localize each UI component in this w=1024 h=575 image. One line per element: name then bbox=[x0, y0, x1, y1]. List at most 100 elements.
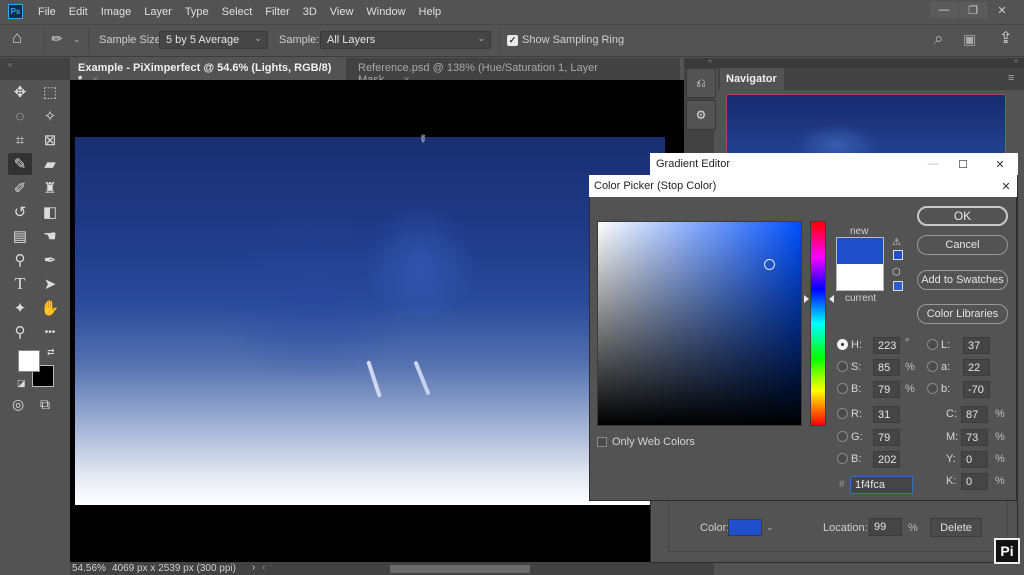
tool-preset-chevron-icon[interactable]: ⌄ bbox=[73, 34, 81, 45]
menu-select[interactable]: Select bbox=[222, 6, 253, 18]
menu-edit[interactable]: Edit bbox=[69, 6, 88, 18]
lightness-input[interactable]: 37 bbox=[963, 337, 990, 354]
horizontal-scrollbar[interactable] bbox=[390, 565, 530, 573]
brightness-input[interactable]: 79 bbox=[873, 381, 900, 398]
history-panel-icon[interactable]: ⎌ bbox=[686, 68, 716, 98]
hex-input[interactable]: 1f4fca bbox=[850, 476, 913, 494]
frame-tool[interactable]: ⊠ bbox=[38, 129, 62, 151]
move-tool[interactable]: ✥ bbox=[8, 81, 32, 103]
swap-colors-icon[interactable]: ⇄ bbox=[47, 347, 55, 358]
shape-tool[interactable]: ✦ bbox=[8, 297, 32, 319]
status-menu-arrow-icon[interactable]: › bbox=[252, 562, 255, 573]
gradient-tool[interactable]: ▤ bbox=[8, 225, 32, 247]
eraser-tool[interactable]: ◧ bbox=[38, 201, 62, 223]
hue-slider-handle-left[interactable] bbox=[804, 295, 809, 303]
healing-brush-tool[interactable]: ▰ bbox=[38, 153, 62, 175]
menu-type[interactable]: Type bbox=[185, 6, 209, 18]
location-input[interactable]: 99 bbox=[869, 518, 902, 536]
hue-radio[interactable] bbox=[837, 339, 848, 350]
dodge-tool[interactable]: ⚲ bbox=[8, 249, 32, 271]
web-safe-cube-icon[interactable]: ⬡ bbox=[892, 267, 901, 278]
maximize-button[interactable]: ☐ bbox=[948, 153, 978, 175]
panel-menu-icon[interactable]: ≡ bbox=[1008, 72, 1014, 84]
crop-tool[interactable]: ⌗ bbox=[8, 129, 32, 151]
gamut-color-swatch[interactable] bbox=[893, 250, 903, 260]
sample-size-select[interactable]: 5 by 5 Average ⌄ bbox=[159, 31, 268, 49]
document-image[interactable] bbox=[75, 137, 665, 505]
zoom-tool[interactable]: ⚲ bbox=[8, 321, 32, 343]
tab-navigator[interactable]: Navigator bbox=[720, 68, 784, 90]
menu-3d[interactable]: 3D bbox=[303, 6, 317, 18]
history-brush-tool[interactable]: ↺ bbox=[8, 201, 32, 223]
close-button[interactable]: ✕ bbox=[988, 2, 1016, 18]
saturation-brightness-field[interactable] bbox=[597, 221, 802, 426]
cancel-button[interactable]: Cancel bbox=[917, 235, 1008, 255]
color-selection-ring[interactable] bbox=[764, 259, 775, 270]
collapse-panels-icon[interactable]: « bbox=[708, 58, 712, 65]
navigator-preview[interactable] bbox=[726, 94, 1006, 154]
search-icon[interactable]: ⌕ bbox=[934, 29, 944, 49]
blue-radio[interactable] bbox=[837, 453, 848, 464]
scroll-left-icon[interactable]: ‹ bbox=[262, 562, 265, 573]
tab-example[interactable]: Example - PiXimperfect @ 54.6% (Lights, … bbox=[70, 58, 346, 86]
hue-slider-handle-right[interactable] bbox=[829, 295, 834, 303]
properties-panel-icon[interactable]: ⚙ bbox=[686, 100, 716, 130]
current-color-swatch[interactable] bbox=[836, 264, 884, 291]
web-safe-color-swatch[interactable] bbox=[893, 281, 903, 291]
collapse-toolbar-icon[interactable]: « bbox=[8, 60, 12, 69]
cyan-input[interactable]: 87 bbox=[961, 406, 988, 423]
red-radio[interactable] bbox=[837, 408, 848, 419]
expand-panels-icon[interactable]: » bbox=[1014, 58, 1018, 65]
show-sampling-ring-checkbox[interactable]: ✓ bbox=[507, 35, 518, 46]
path-selection-tool[interactable]: ➤ bbox=[38, 273, 62, 295]
green-radio[interactable] bbox=[837, 431, 848, 442]
hand-tool[interactable]: ✋ bbox=[38, 297, 62, 319]
yellow-input[interactable]: 0 bbox=[961, 451, 988, 468]
more-tools-icon[interactable]: ••• bbox=[38, 321, 62, 343]
screen-mode-icon[interactable]: ⧉ bbox=[40, 396, 50, 413]
close-button[interactable]: ✕ bbox=[996, 175, 1016, 197]
restore-button[interactable]: ❐ bbox=[959, 2, 987, 18]
foreground-color-swatch[interactable] bbox=[18, 350, 40, 372]
lightness-radio[interactable] bbox=[927, 339, 938, 350]
menu-help[interactable]: Help bbox=[419, 6, 442, 18]
smudge-tool[interactable]: ☚ bbox=[38, 225, 62, 247]
type-tool[interactable]: T bbox=[8, 273, 32, 295]
tab-reference[interactable]: Reference.psd @ 138% (Hue/Saturation 1, … bbox=[350, 58, 650, 86]
green-input[interactable]: 79 bbox=[873, 429, 900, 446]
marquee-tool[interactable]: ⬚ bbox=[38, 81, 62, 103]
default-colors-icon[interactable]: ◪ bbox=[17, 378, 26, 389]
a-channel-input[interactable]: 22 bbox=[963, 359, 990, 376]
menu-view[interactable]: View bbox=[330, 6, 354, 18]
red-input[interactable]: 31 bbox=[873, 406, 900, 423]
black-input[interactable]: 0 bbox=[961, 473, 988, 490]
quick-mask-icon[interactable]: ◎ bbox=[12, 396, 24, 413]
minimize-button[interactable]: — bbox=[930, 2, 958, 18]
saturation-input[interactable]: 85 bbox=[873, 359, 900, 376]
share-icon[interactable]: ⇪ bbox=[999, 28, 1012, 48]
hue-slider[interactable] bbox=[810, 221, 826, 426]
blue-input[interactable]: 202 bbox=[873, 451, 900, 468]
close-button[interactable]: ✕ bbox=[985, 153, 1015, 175]
pen-tool[interactable]: ✒ bbox=[38, 249, 62, 271]
brush-tool[interactable]: ✐ bbox=[8, 177, 32, 199]
eyedropper-tool[interactable]: ✎ bbox=[8, 153, 32, 175]
delete-stop-button[interactable]: Delete bbox=[930, 518, 982, 537]
menu-layer[interactable]: Layer bbox=[144, 6, 172, 18]
brightness-radio[interactable] bbox=[837, 383, 848, 394]
zoom-level[interactable]: 54.56% bbox=[72, 563, 106, 574]
b-channel-radio[interactable] bbox=[927, 383, 938, 394]
ok-button[interactable]: OK bbox=[917, 206, 1008, 226]
color-libraries-button[interactable]: Color Libraries bbox=[917, 304, 1008, 324]
minimize-button[interactable]: — bbox=[918, 153, 948, 175]
workspace-icon[interactable]: ▣ bbox=[963, 31, 976, 48]
stop-color-swatch[interactable] bbox=[728, 519, 762, 536]
menu-filter[interactable]: Filter bbox=[265, 6, 289, 18]
magenta-input[interactable]: 73 bbox=[961, 429, 988, 446]
magic-wand-tool[interactable]: ✧ bbox=[38, 105, 62, 127]
sample-select[interactable]: All Layers ⌄ bbox=[320, 31, 491, 49]
gamut-warning-icon[interactable]: ⚠ bbox=[892, 237, 901, 248]
clone-stamp-tool[interactable]: ♜ bbox=[38, 177, 62, 199]
home-icon[interactable]: ⌂ bbox=[12, 28, 22, 48]
menu-window[interactable]: Window bbox=[366, 6, 405, 18]
